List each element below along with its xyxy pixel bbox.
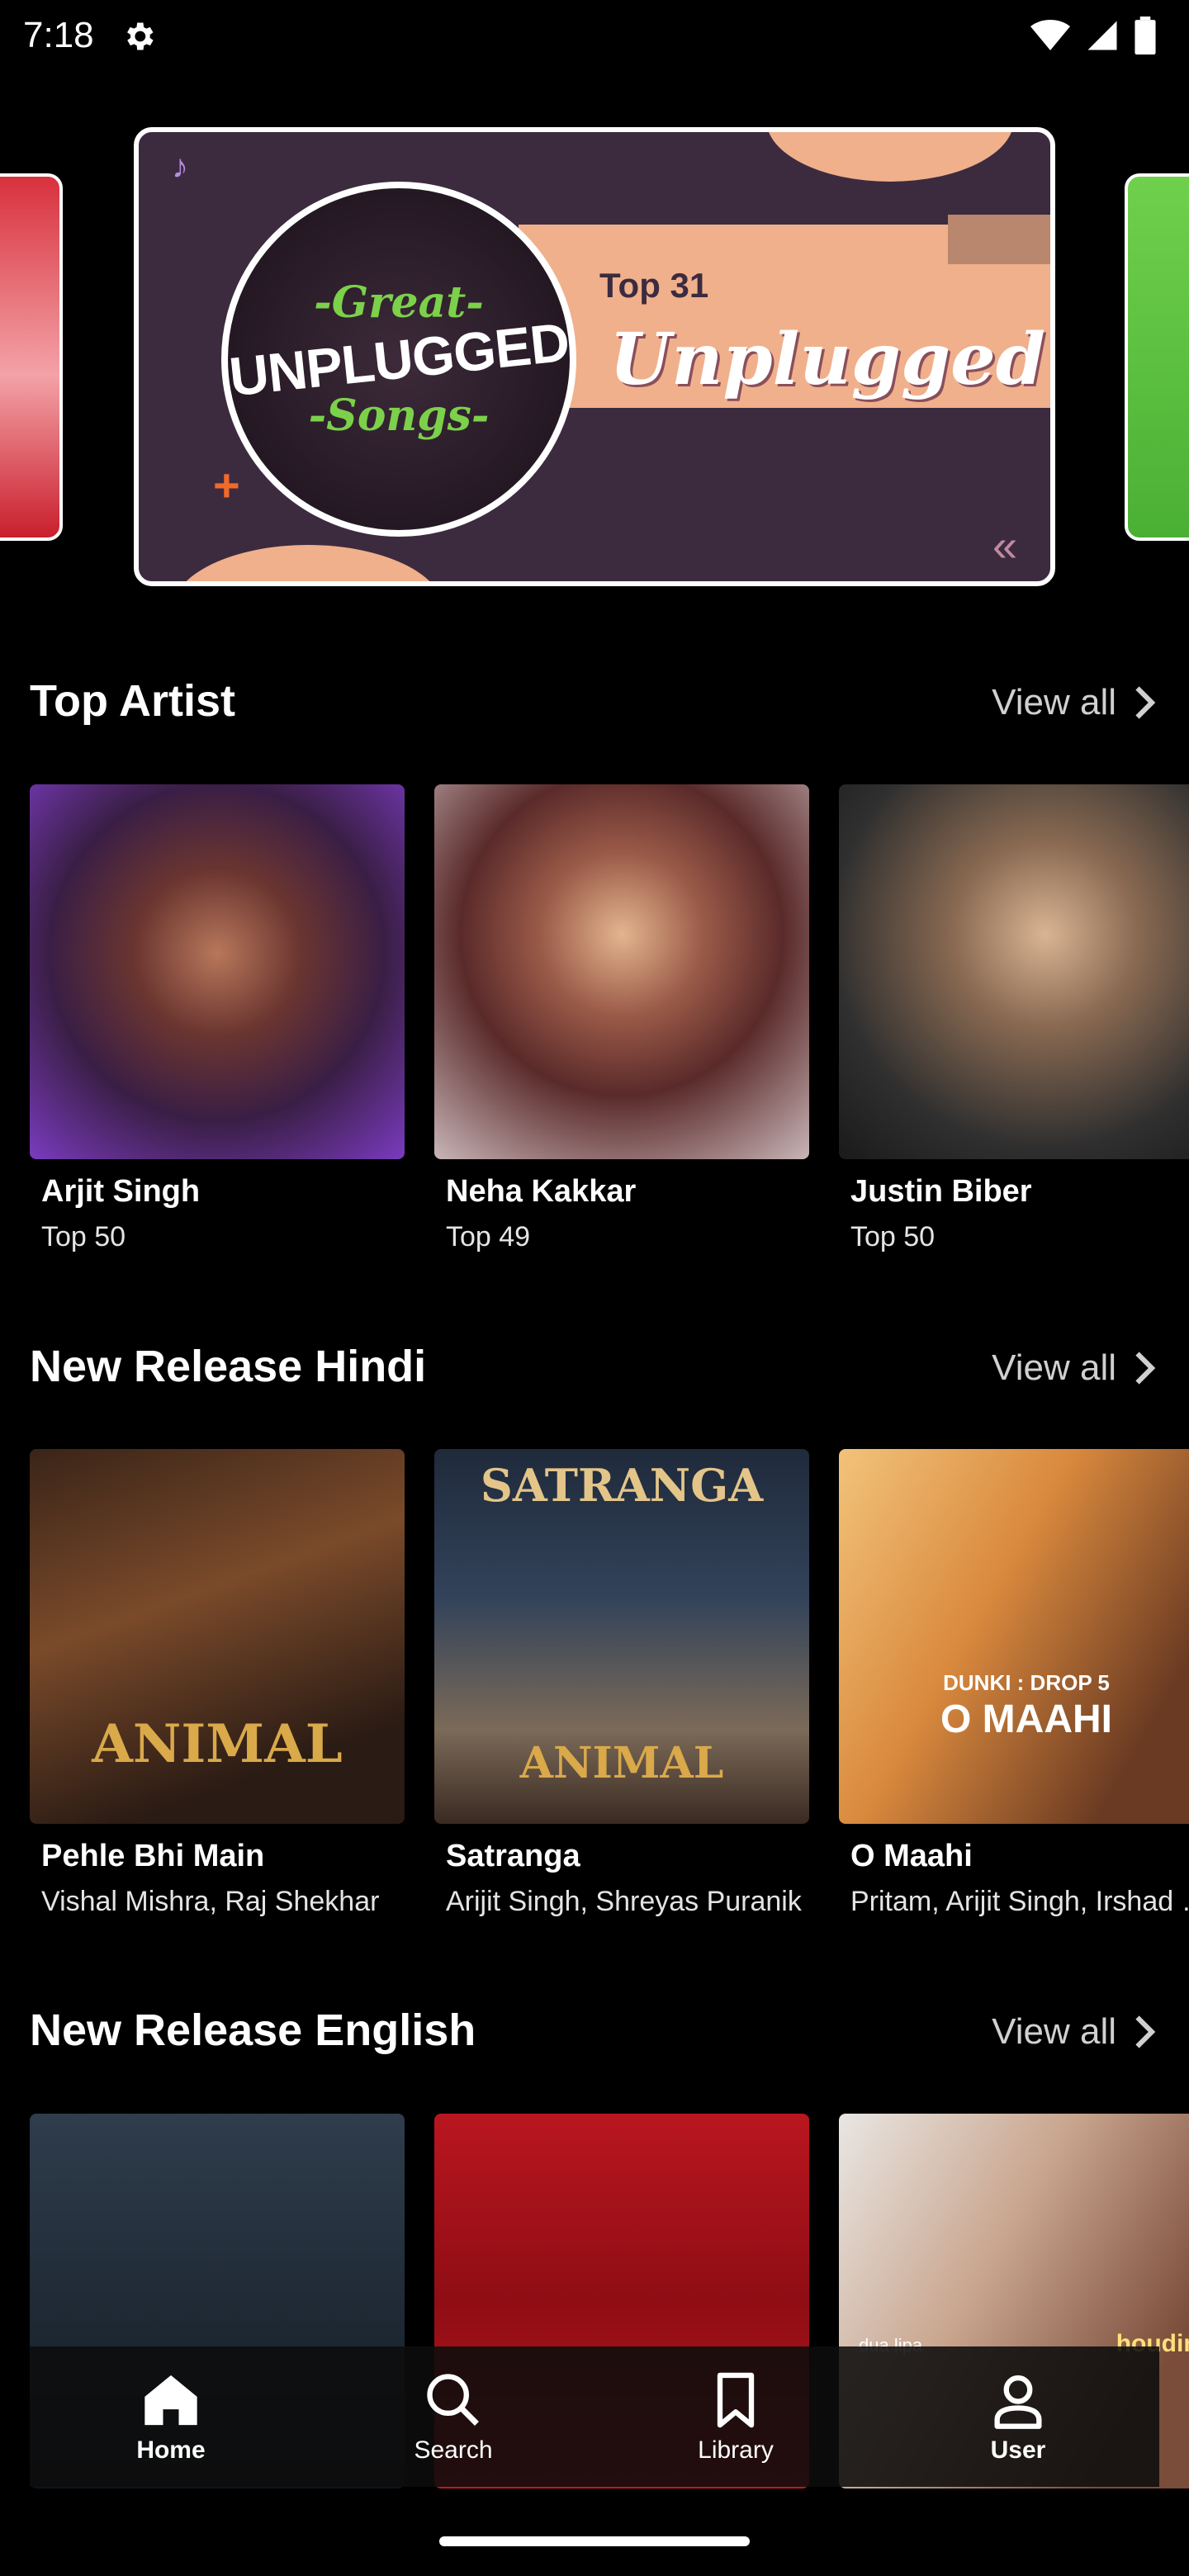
poster-subtitle: O MAAHI [940, 1698, 1112, 1741]
chevron-right-icon [1135, 1352, 1156, 1385]
plus-decoration-icon: + [213, 459, 240, 511]
music-note-icon: ♪ [172, 149, 188, 185]
nav-search-label: Search [414, 2436, 493, 2464]
user-icon [994, 2375, 1042, 2429]
view-all-new-release-hindi[interactable]: View all [992, 1347, 1156, 1389]
view-all-label: View all [992, 2011, 1116, 2052]
poster-title: ANIMAL [92, 1713, 343, 1775]
banner-language: Hindi [890, 419, 977, 458]
battery-icon [1135, 17, 1156, 54]
nav-search[interactable]: Search [312, 2346, 594, 2487]
banner-decoration [172, 545, 444, 581]
poster-title: DUNKI : DROP 5 [943, 1670, 1110, 1695]
top-artist-row: Arjit Singh Top 50 Neha Kakkar Top 49 Ju… [30, 784, 1189, 1253]
banner-decoration [948, 215, 1050, 264]
rewind-arrows-icon: « [992, 521, 1017, 571]
bookmark-icon [717, 2372, 755, 2428]
home-icon [144, 2375, 197, 2426]
banner-main-text: Unplugged [609, 318, 1045, 401]
banner-card-unplugged[interactable]: ♪ + + -Great- UNPLUGGED -Songs- Top 31 U… [134, 127, 1055, 586]
song-artists: Vishal Mishra, Raj Shekhar [41, 1886, 380, 1917]
song-title: O Maahi [850, 1839, 973, 1873]
song-cover: ANIMAL [30, 1449, 405, 1824]
banner-prev-card[interactable] [0, 173, 63, 541]
song-artists: Arijit Singh, Shreyas Puranik [446, 1886, 802, 1917]
artist-card[interactable]: Neha Kakkar Top 49 [434, 784, 809, 1253]
logo-line-songs: -Songs- [308, 391, 490, 441]
artist-card[interactable]: Arjit Singh Top 50 [30, 784, 405, 1253]
chevron-right-icon [1135, 686, 1156, 719]
song-title: Pehle Bhi Main [41, 1839, 265, 1873]
song-title: Satranga [446, 1839, 580, 1873]
nav-user-label: User [990, 2436, 1046, 2464]
banner-next-card[interactable] [1125, 173, 1189, 541]
song-cover: SATRANGA ANIMAL [434, 1449, 809, 1824]
gear-icon [127, 22, 154, 50]
chevron-right-icon [1135, 2015, 1156, 2048]
song-card[interactable]: DUNKI : DROP 5 O MAAHI O Maahi Pritam, A… [839, 1449, 1189, 1918]
view-all-new-release-english[interactable]: View all [992, 2011, 1156, 2053]
section-title-top-artist: Top Artist [30, 676, 235, 726]
status-bar: 7:18 [0, 0, 1189, 74]
new-release-hindi-row: ANIMAL Pehle Bhi Main Vishal Mishra, Raj… [30, 1449, 1189, 1918]
status-time: 7:18 [23, 15, 94, 55]
poster-subtitle: ANIMAL [519, 1738, 724, 1788]
section-title-new-release-hindi: New Release Hindi [30, 1342, 427, 1391]
banner-top-text: Top 31 [599, 266, 709, 305]
artist-subtitle: Top 50 [41, 1221, 126, 1252]
artist-name: Arjit Singh [41, 1174, 201, 1209]
signal-icon [1087, 21, 1117, 50]
artist-image [839, 784, 1189, 1159]
view-all-label: View all [992, 682, 1116, 722]
song-artists: Pritam, Arijit Singh, Irshad Kamil [850, 1886, 1189, 1917]
nav-library[interactable]: Library [594, 2346, 877, 2487]
bottom-nav: Home Search Library User [30, 2346, 1159, 2487]
nav-home[interactable]: Home [30, 2346, 312, 2487]
logo-line-great: -Great- [314, 277, 484, 328]
song-card[interactable]: SATRANGA ANIMAL Satranga Arijit Singh, S… [434, 1449, 809, 1918]
wifi-icon [1030, 20, 1070, 50]
search-icon [427, 2374, 479, 2426]
banner-decoration [766, 132, 1014, 182]
section-title-new-release-english: New Release English [30, 2005, 476, 2055]
unplugged-logo: -Great- UNPLUGGED -Songs- [221, 182, 576, 537]
home-indicator[interactable] [439, 2536, 750, 2546]
nav-user[interactable]: User [877, 2346, 1159, 2487]
artist-image [30, 784, 405, 1159]
song-cover: DUNKI : DROP 5 O MAAHI [839, 1449, 1189, 1824]
artist-name: Neha Kakkar [446, 1174, 637, 1209]
song-card[interactable]: ANIMAL Pehle Bhi Main Vishal Mishra, Raj… [30, 1449, 405, 1918]
artist-subtitle: Top 49 [446, 1221, 531, 1252]
view-all-top-artist[interactable]: View all [992, 682, 1156, 723]
nav-home-label: Home [136, 2436, 206, 2464]
artist-image [434, 784, 809, 1159]
banner-carousel[interactable]: ♪ + + -Great- UNPLUGGED -Songs- Top 31 U… [0, 124, 1189, 594]
nav-library-label: Library [698, 2436, 774, 2464]
poster-title: SATRANGA [480, 1459, 764, 1512]
artist-subtitle: Top 50 [850, 1221, 936, 1252]
artist-card[interactable]: Justin Biber Top 50 [839, 784, 1189, 1253]
view-all-label: View all [992, 1347, 1116, 1388]
artist-name: Justin Biber [850, 1174, 1032, 1209]
